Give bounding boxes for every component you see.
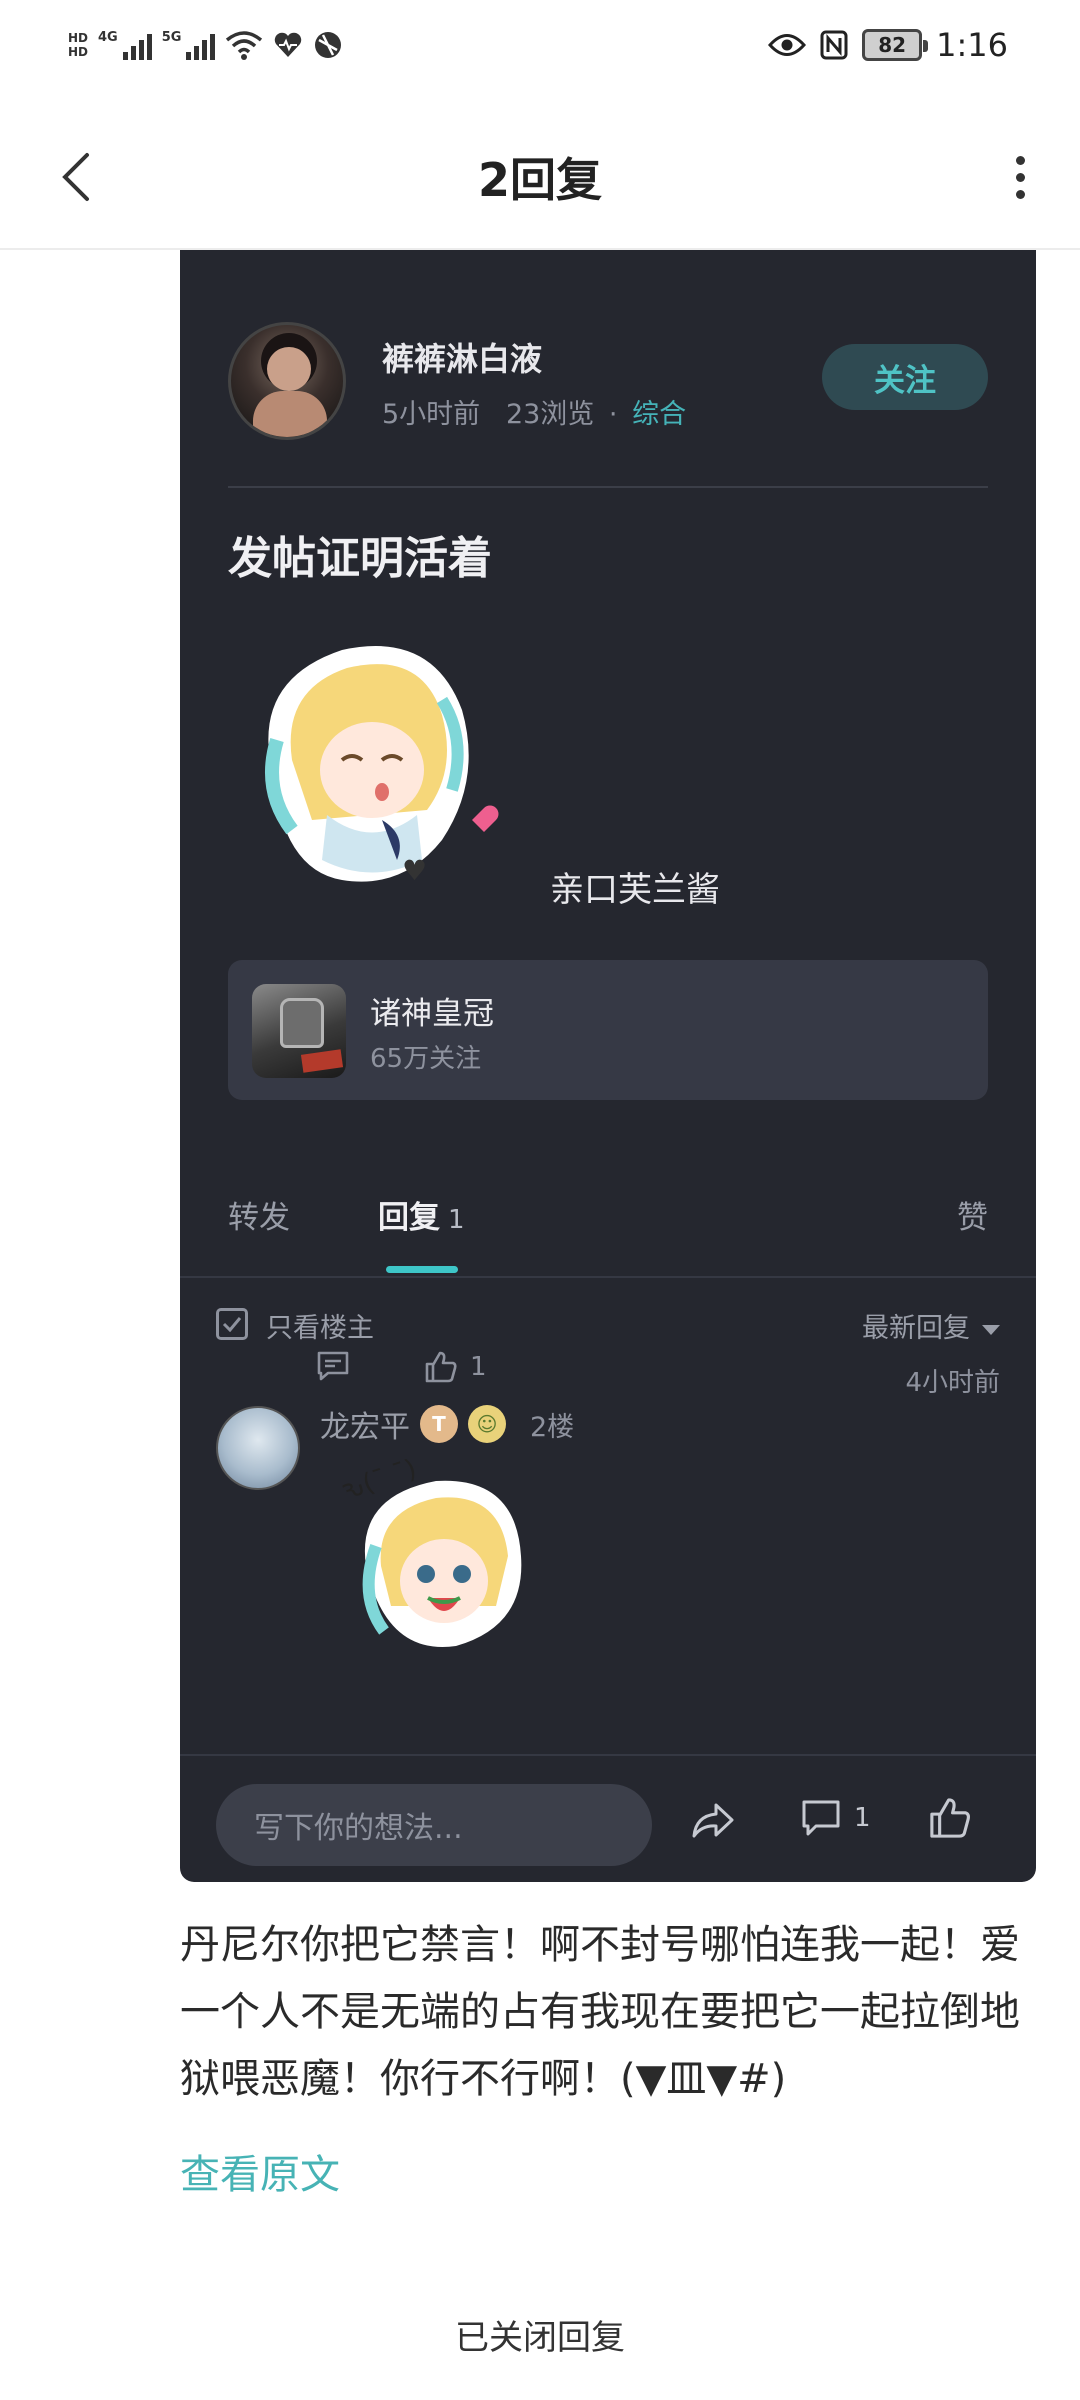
like-button[interactable] <box>928 1796 972 1844</box>
reply-comment-button[interactable] <box>316 1350 350 1382</box>
reply-like-button[interactable]: 1 <box>424 1350 487 1384</box>
clock: 1:16 <box>936 26 1008 64</box>
reply-like-count: 1 <box>470 1352 487 1382</box>
hd-indicator: HD HD <box>68 31 88 59</box>
comment-bubble-icon <box>802 1800 840 1836</box>
share-icon <box>692 1803 734 1838</box>
reply-floor: 2楼 <box>530 1411 575 1443</box>
meta-dot: · <box>608 399 618 430</box>
tab-reply-count: 1 <box>448 1205 465 1235</box>
reply-item: 龙宏平 T ☺ 2楼 ԅ(¯ ¯) <box>180 1390 1036 1720</box>
wifi-icon <box>226 31 263 60</box>
kiss-sticker-image[interactable]: ♥ <box>232 620 522 910</box>
tab-indicator <box>386 1266 458 1273</box>
status-left: HD HD 4G 5G <box>68 30 343 60</box>
follow-button[interactable]: 关注 <box>822 344 988 410</box>
signal-5g-icon: 5G <box>162 30 216 60</box>
share-button[interactable] <box>690 1800 736 1844</box>
hd-label-2: HD <box>68 45 89 59</box>
tab-forward[interactable]: 转发 <box>228 1192 290 1237</box>
status-bar: HD HD 4G 5G 82 1:16 <box>0 0 1080 104</box>
game-followers: 65万关注 <box>370 1044 482 1074</box>
shared-post-card[interactable]: 裤裤淋白液 5小时前 23浏览 · 综合 关注 发帖证明活着 ♥ 亲口芙兰酱 诸… <box>180 250 1036 1882</box>
network-label-4g: 4G <box>98 30 118 45</box>
author-avatar[interactable] <box>228 322 346 440</box>
page-title: 2回复 <box>477 153 602 207</box>
comment-bar: 写下你的想法... 1 <box>180 1756 1036 1882</box>
character-badge-icon: ☺ <box>468 1405 506 1443</box>
post-title: 发帖证明活着 <box>228 533 492 584</box>
reply-time: 4小时前 <box>905 1368 1000 1398</box>
health-heart-icon <box>275 32 302 57</box>
thumb-up-icon <box>930 1798 970 1838</box>
more-options-icon[interactable] <box>990 142 1050 212</box>
comment-input[interactable]: 写下你的想法... <box>216 1784 652 1866</box>
battery-level: 82 <box>878 33 907 57</box>
reply-body-text: 丹尼尔你把它禁言！啊不封号哪怕连我一起！爱一个人不是无端的占有我现在要把它一起拉… <box>180 1922 1020 2102</box>
tab-like[interactable]: 赞 <box>957 1192 988 1237</box>
comment-count-button[interactable]: 1 <box>800 1798 871 1838</box>
game-name: 诸神皇冠 <box>370 996 494 1032</box>
divider <box>228 486 988 488</box>
post-views: 23浏览 <box>505 399 595 430</box>
only-op-label[interactable]: 只看楼主 <box>266 1306 374 1345</box>
view-original-link[interactable]: 查看原文 <box>180 2142 340 2200</box>
game-icon <box>252 984 346 1078</box>
status-right: 82 1:16 <box>768 26 1008 64</box>
caret-down-icon <box>982 1324 1000 1335</box>
only-op-checkbox[interactable] <box>216 1308 248 1340</box>
title-bar: 2回复 <box>0 104 1080 250</box>
post-time: 5小时前 <box>382 399 481 430</box>
thumb-up-icon <box>425 1351 457 1383</box>
tab-reply[interactable]: 回复 1 <box>378 1192 465 1237</box>
battery-icon: 82 <box>862 29 929 61</box>
replies-closed-notice: 已关闭回复 <box>455 2318 625 2358</box>
tab-reply-label: 回复 <box>378 1200 440 1236</box>
eye-icon <box>768 34 807 56</box>
sort-dropdown[interactable]: 最新回复 <box>862 1306 1000 1345</box>
comment-count: 1 <box>854 1803 871 1833</box>
post-tabs: 转发 回复 1 赞 <box>180 1170 1036 1278</box>
vpn-globe-icon <box>315 32 342 58</box>
author-name[interactable]: 裤裤淋白液 <box>382 334 542 380</box>
network-label-5g: 5G <box>161 30 182 45</box>
post-category[interactable]: 综合 <box>632 399 686 430</box>
reply-header: 龙宏平 T ☺ 2楼 <box>320 1402 574 1446</box>
game-card[interactable]: 诸神皇冠 65万关注 <box>228 960 988 1100</box>
check-icon <box>222 1317 242 1332</box>
post-author: 裤裤淋白液 5小时前 23浏览 · 综合 关注 <box>228 322 988 442</box>
svg-text:♥: ♥ <box>402 854 427 887</box>
reply-author-name[interactable]: 龙宏平 <box>320 1402 410 1446</box>
watermelon-sticker-image[interactable]: ԅ(¯ ¯) <box>336 1456 546 1666</box>
post-meta: 5小时前 23浏览 · 综合 <box>382 392 686 431</box>
signal-4g-icon: 4G <box>98 30 152 60</box>
level-badge: T <box>420 1405 458 1443</box>
sort-label: 最新回复 <box>862 1313 970 1344</box>
hd-label-1: HD <box>68 31 89 45</box>
reply-avatar[interactable] <box>216 1406 300 1490</box>
comment-icon <box>317 1351 349 1381</box>
nfc-icon <box>820 30 848 60</box>
sticker-caption: 亲口芙兰酱 <box>550 870 720 910</box>
